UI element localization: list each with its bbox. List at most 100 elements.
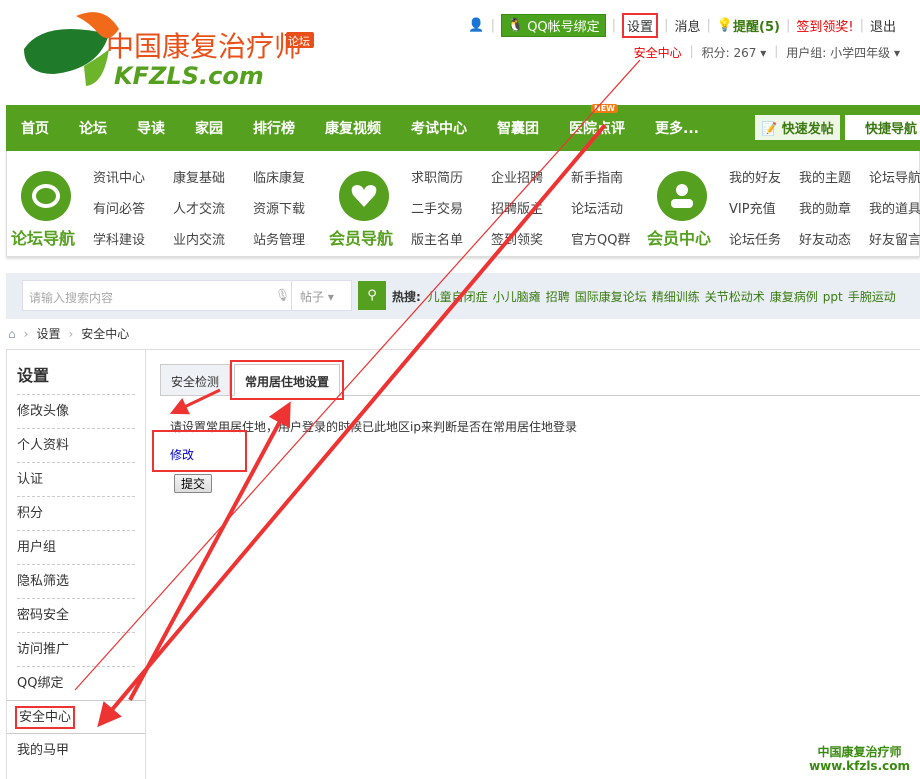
hot-link[interactable]: 手腕运动 [848, 290, 896, 304]
search-bar: 请输入搜索内容 🎙 帖子 ▾ ⚲ 热搜: 儿童自闭症 小儿脑瘫 招聘 国际康复论坛 精细… [6, 273, 920, 319]
tab-bar: 安全检测 常用居住地设置 [160, 360, 920, 400]
home-icon[interactable]: ⌂ [8, 327, 16, 341]
sidebar-item-password[interactable]: 密码安全 [17, 598, 135, 632]
hot-link[interactable]: 康复病例 [770, 290, 818, 304]
nav-guide[interactable]: 导读 [137, 118, 165, 138]
security-center-link[interactable]: 安全中心 [634, 44, 682, 61]
messages-link[interactable]: 消息 [674, 16, 700, 35]
sidebar-title: 设置 [17, 366, 50, 385]
group-link[interactable]: 临床康复 [253, 167, 333, 186]
microphone-icon[interactable]: 🎙 [275, 288, 290, 302]
quick-nav-button[interactable]: 快捷导航 [845, 115, 920, 140]
group-link[interactable]: 我的勋章 [799, 198, 869, 217]
group-link[interactable]: 论坛活动 [571, 198, 651, 217]
sidebar-item-promotion[interactable]: 访问推广 [17, 632, 135, 666]
sidebar-item-verify[interactable]: 认证 [17, 462, 135, 496]
sidebar-item-alias[interactable]: 我的马甲 [17, 734, 135, 768]
group-link[interactable]: 我的主题 [799, 167, 869, 186]
group-link[interactable]: 康复基础 [173, 167, 253, 186]
nav-hospital-review[interactable]: 医院点评 NEW [569, 104, 625, 138]
group-link[interactable]: 我的好友 [729, 167, 799, 186]
nav-ranking[interactable]: 排行榜 [253, 118, 295, 138]
group-link[interactable]: VIP充值 [729, 198, 799, 217]
remind-link[interactable]: 提醒(5) [733, 16, 780, 35]
group-link[interactable]: 求职简历 [411, 167, 491, 186]
group-link[interactable]: 论坛任务 [729, 229, 799, 248]
group-link[interactable]: 业内交流 [173, 229, 253, 248]
qq-bind-button[interactable]: 🐧 QQ帐号绑定 [501, 13, 606, 37]
nav-more[interactable]: 更多... [655, 118, 699, 138]
edit-link[interactable]: 修改 [170, 446, 194, 463]
group-link[interactable]: 好友动态 [799, 229, 869, 248]
post-icon: 📝 [761, 122, 778, 137]
nav-exam[interactable]: 考试中心 [411, 118, 467, 138]
group-link[interactable]: 版主名单 [411, 229, 491, 248]
nav-forum[interactable]: 论坛 [79, 118, 107, 138]
group-link[interactable]: 学科建设 [93, 229, 173, 248]
search-button[interactable]: ⚲ [358, 281, 386, 310]
group-title: 会员导航 [329, 229, 394, 248]
group-link[interactable]: 新手指南 [571, 167, 651, 186]
nav-home-space[interactable]: 家园 [195, 118, 223, 138]
group-title: 会员中心 [647, 229, 712, 248]
logout-link[interactable]: 退出 [870, 16, 896, 35]
sidebar-item-avatar[interactable]: 修改头像 [17, 394, 135, 428]
hot-searches: 热搜: 儿童自闭症 小儿脑瘫 招聘 国际康复论坛 精细训练 关节松动术 康复病例 ppt 手腕运… [392, 290, 896, 304]
sidebar-item-points[interactable]: 积分 [17, 496, 135, 530]
group-link[interactable]: 资源下载 [253, 198, 333, 217]
group-link[interactable]: 签到领奖 [491, 229, 571, 248]
search-icon: ⚲ [367, 288, 377, 303]
group-link[interactable]: 人才交流 [173, 198, 253, 217]
main-content: 安全检测 常用居住地设置 请设置常用居住地，用户登录的时候已此地区ip来判断是否… [146, 349, 920, 779]
user-icon[interactable]: 👤 [468, 18, 484, 33]
sidebar-item-usergroup[interactable]: 用户组 [17, 530, 135, 564]
nav-home[interactable]: 首页 [21, 118, 49, 138]
sidebar-item-privacy[interactable]: 隐私筛选 [17, 564, 135, 598]
hot-link[interactable]: 儿童自闭症 [428, 290, 488, 304]
hot-link[interactable]: 精细训练 [652, 290, 700, 304]
group-link[interactable]: 论坛导航 [869, 167, 920, 186]
hot-link[interactable]: 招聘 [546, 290, 570, 304]
group-link[interactable]: 站务管理 [253, 229, 333, 248]
bulb-icon: 💡 [716, 17, 734, 33]
settings-link[interactable]: 设置 [622, 12, 659, 38]
site-logo[interactable]: 中国康复治疗师 KFZLS.com 论坛 [14, 4, 324, 94]
hot-link[interactable]: 关节松动术 [705, 290, 765, 304]
group-link[interactable]: 招聘版主 [491, 198, 571, 217]
group-link[interactable]: 资讯中心 [93, 167, 173, 186]
checkin-link[interactable]: 签到领奖! [796, 16, 853, 35]
user-icon [657, 171, 707, 221]
search-type-dropdown[interactable]: 帖子 ▾ [291, 281, 342, 310]
hot-link[interactable]: 国际康复论坛 [575, 290, 647, 304]
points-dropdown[interactable]: 积分: 267 ▾ [702, 44, 767, 61]
submit-button[interactable]: 提交 [174, 474, 213, 493]
tab-residence-settings[interactable]: 常用居住地设置 [229, 360, 345, 400]
group-link[interactable]: 官方QQ群 [571, 229, 651, 248]
usergroup-dropdown[interactable]: 用户组: 小学四年级 ▾ [786, 44, 900, 61]
group-link[interactable]: 二手交易 [411, 198, 491, 217]
sidebar-item-security[interactable]: 安全中心 [7, 700, 145, 734]
group-link[interactable]: 好友留言 [869, 229, 920, 248]
breadcrumb: ⌂ › 设置 › 安全中心 [8, 325, 130, 342]
nav-items: 首页 论坛 导读 家园 排行榜 康复视频 考试中心 智囊团 医院点评 NEW 更多… [6, 104, 714, 151]
group-link[interactable]: 我的道具 [869, 198, 920, 217]
heart-icon [339, 171, 389, 221]
svg-text:中国康复治疗师: 中国康复治疗师 [106, 30, 302, 63]
watermark: 中国康复治疗师 www.kfzls.com [809, 745, 910, 773]
breadcrumb-settings[interactable]: 设置 [36, 325, 60, 342]
settings-sidebar: 设置 修改头像 个人资料 认证 积分 用户组 隐私筛选 密码安全 访问推广 QQ… [6, 349, 146, 779]
new-badge: NEW [591, 104, 618, 113]
nav-think-tank[interactable]: 智囊团 [497, 118, 539, 138]
sidebar-item-profile[interactable]: 个人资料 [17, 428, 135, 462]
fast-post-button[interactable]: 📝 快速发帖 [755, 115, 840, 140]
search-input[interactable]: 请输入搜索内容 🎙 帖子 ▾ [22, 280, 352, 311]
group-link[interactable]: 企业招聘 [491, 167, 571, 186]
sidebar-item-qq[interactable]: QQ绑定 [17, 666, 135, 700]
group-link[interactable]: 有问必答 [93, 198, 173, 217]
tab-security-check[interactable]: 安全检测 [160, 364, 231, 396]
hot-link[interactable]: ppt [823, 290, 843, 304]
logo-graphic: 中国康复治疗师 KFZLS.com 论坛 [24, 12, 314, 90]
main-nav: 首页 论坛 导读 家园 排行榜 康复视频 考试中心 智囊团 医院点评 NEW 更多… [6, 104, 920, 151]
hot-link[interactable]: 小儿脑瘫 [493, 290, 541, 304]
nav-video[interactable]: 康复视频 [325, 118, 381, 138]
